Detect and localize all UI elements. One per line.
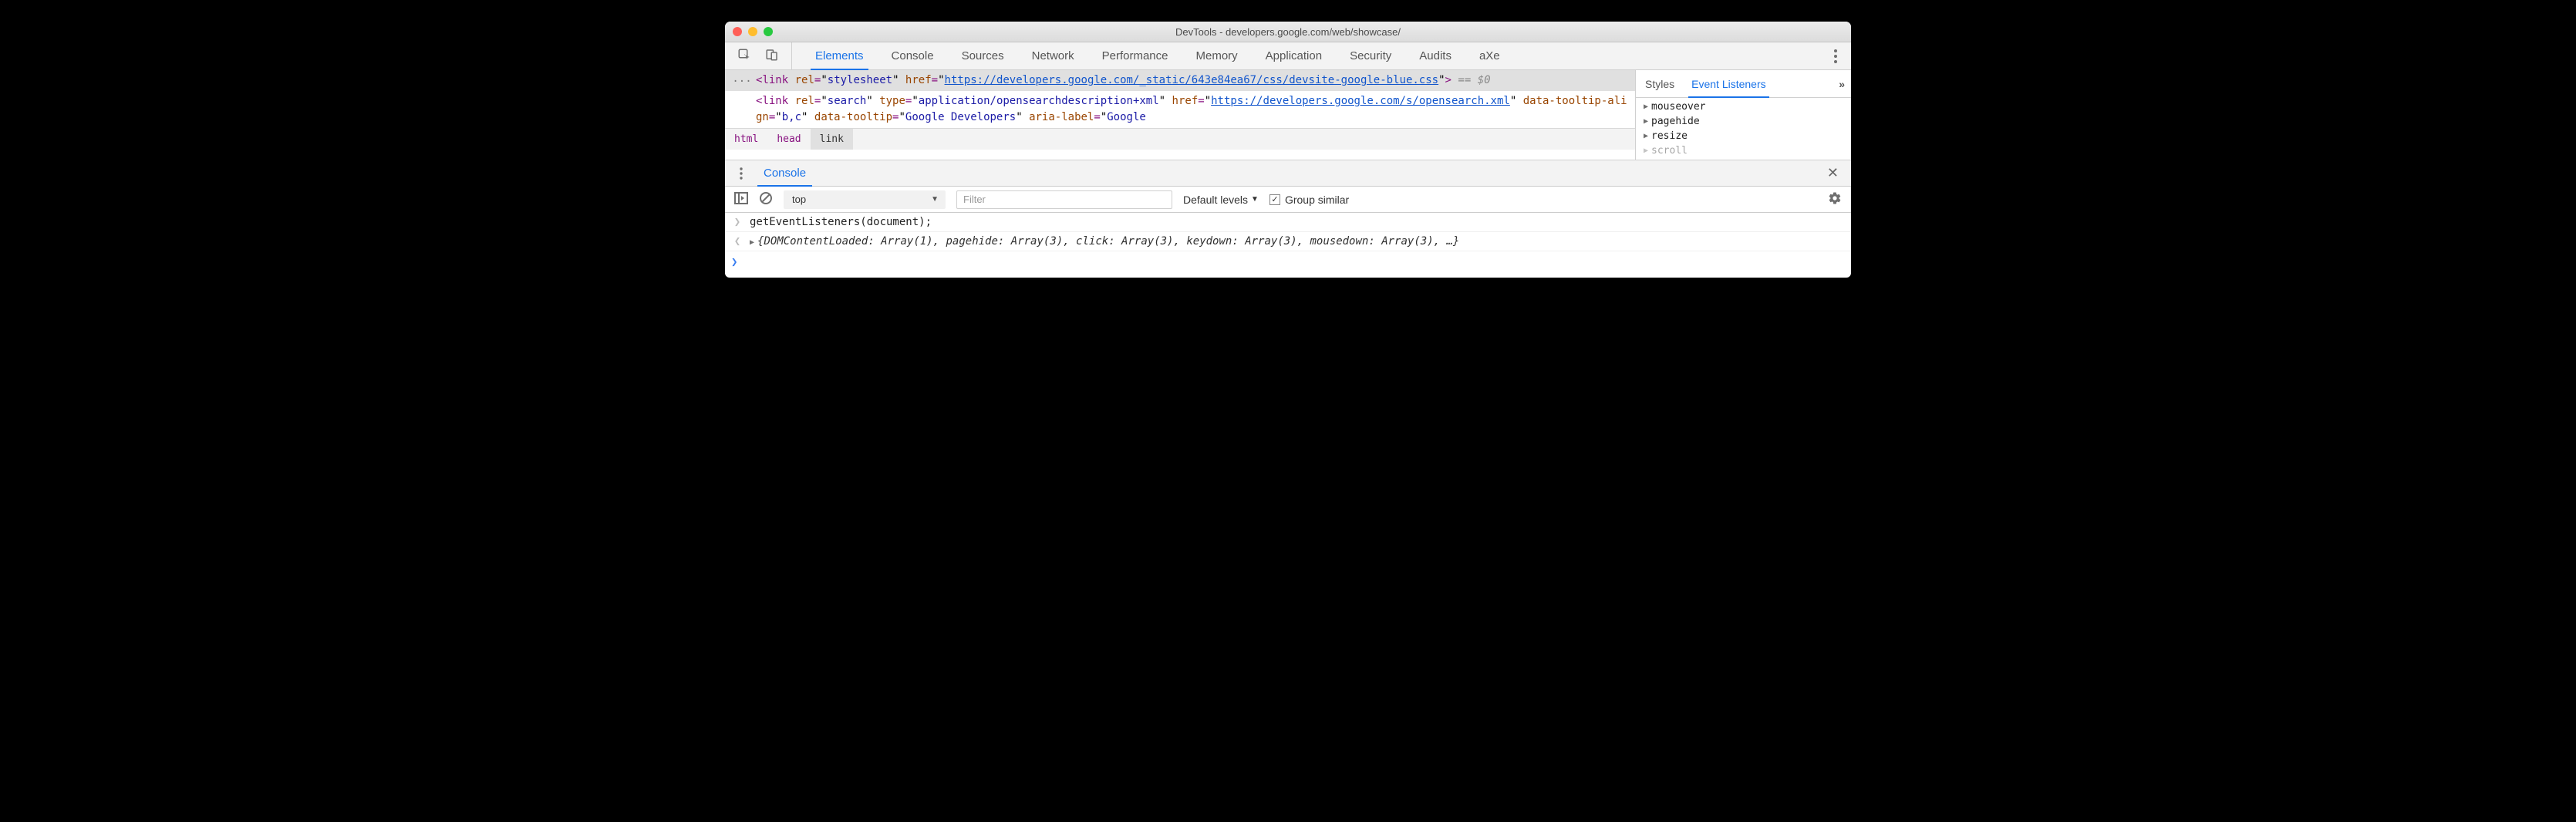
tab-audits[interactable]: Audits [1405,42,1465,69]
console-messages: ❯ getEventListeners(document); ❯ ▶{DOMCo… [725,213,1851,278]
clear-console-icon[interactable] [759,191,773,207]
log-level-select[interactable]: Default levels ▼ [1183,194,1259,206]
listener-pagehide[interactable]: ▶pagehide [1636,114,1851,129]
dom-node-content: <link rel="stylesheet" href="https://dev… [756,72,1635,89]
dom-node-selected[interactable]: ... <link rel="stylesheet" href="https:/… [725,70,1635,91]
breadcrumb-html[interactable]: html [725,129,767,150]
triangle-icon: ▶ [1644,132,1648,140]
listener-mouseover[interactable]: ▶mouseover [1636,99,1851,114]
sidebar-more-icon[interactable]: » [1839,78,1845,90]
maximize-icon[interactable] [764,27,773,36]
dom-tree: ... <link rel="stylesheet" href="https:/… [725,70,1635,160]
drawer-menu-icon[interactable] [725,167,757,180]
listener-resize[interactable]: ▶resize [1636,129,1851,143]
sidebar-tabs: Styles Event Listeners » [1636,70,1851,98]
tab-sources[interactable]: Sources [948,42,1018,69]
execution-context-select[interactable]: top ▼ [784,190,946,209]
tab-axe[interactable]: aXe [1465,42,1514,69]
checkbox-icon: ✓ [1269,194,1280,205]
expand-triangle-icon[interactable]: ▶ [750,238,754,247]
href-link[interactable]: https://developers.google.com/s/opensear… [1211,95,1510,107]
triangle-icon: ▶ [1644,103,1648,111]
console-sidebar-toggle-icon[interactable] [734,192,748,207]
listener-scroll[interactable]: ▶scroll [1636,143,1851,158]
drawer-header: Console ✕ [725,160,1851,187]
breadcrumb-link[interactable]: link [811,129,853,150]
elements-sidebar: Styles Event Listeners » ▶mouseover ▶pag… [1635,70,1851,160]
console-settings-icon[interactable] [1828,191,1842,207]
tab-console[interactable]: Console [878,42,948,69]
breadcrumb: html head link [725,128,1635,150]
console-toolbar: top ▼ Filter Default levels ▼ ✓ Group si… [725,187,1851,213]
chevron-down-icon: ▼ [1251,195,1259,204]
dom-node-content: <link rel="search" type="application/ope… [756,93,1635,126]
href-link[interactable]: https://developers.google.com/_static/64… [945,74,1439,86]
main-tabbar: Elements Console Sources Network Perform… [725,42,1851,70]
devtools-window: DevTools - developers.google.com/web/sho… [725,22,1851,278]
tab-memory[interactable]: Memory [1182,42,1252,69]
event-listeners-list: ▶mouseover ▶pagehide ▶resize ▶scroll [1636,98,1851,160]
breadcrumb-head[interactable]: head [767,129,810,150]
sidebar-tab-styles[interactable]: Styles [1642,70,1677,97]
console-filter-input[interactable]: Filter [956,190,1172,209]
tab-security[interactable]: Security [1336,42,1405,69]
output-chevron-icon: ❯ [731,235,743,248]
selected-indicator: == $0 [1452,74,1491,86]
tab-elements[interactable]: Elements [801,42,878,69]
console-prompt[interactable]: ❯ [725,251,1851,278]
inspect-element-icon[interactable] [737,48,751,64]
console-input-echo[interactable]: ❯ getEventListeners(document); [725,213,1851,232]
minimize-icon[interactable] [748,27,757,36]
main-menu-icon[interactable] [1820,42,1851,69]
close-icon[interactable] [733,27,742,36]
dom-node[interactable]: <link rel="search" type="application/ope… [725,91,1635,128]
group-similar-toggle[interactable]: ✓ Group similar [1269,194,1349,206]
sidebar-tab-event-listeners[interactable]: Event Listeners [1688,70,1769,97]
triangle-icon: ▶ [1644,117,1648,126]
window-title: DevTools - developers.google.com/web/sho… [725,26,1851,38]
drawer-tab-console[interactable]: Console [757,160,812,186]
console-output[interactable]: ❯ ▶{DOMContentLoaded: Array(1), pagehide… [725,232,1851,251]
triangle-icon: ▶ [1644,147,1648,155]
elements-panel: ... <link rel="stylesheet" href="https:/… [725,70,1851,160]
tab-application[interactable]: Application [1252,42,1336,69]
tab-network[interactable]: Network [1018,42,1088,69]
drawer-close-icon[interactable]: ✕ [1815,165,1851,181]
gutter-ellipsis[interactable]: ... [728,72,756,89]
chevron-down-icon: ▼ [931,195,939,204]
traffic-lights [733,27,773,36]
input-chevron-icon: ❯ [731,216,743,228]
titlebar: DevTools - developers.google.com/web/sho… [725,22,1851,42]
panel-tabs: Elements Console Sources Network Perform… [792,42,1820,69]
device-toggle-icon[interactable] [765,48,779,64]
tab-performance[interactable]: Performance [1088,42,1182,69]
